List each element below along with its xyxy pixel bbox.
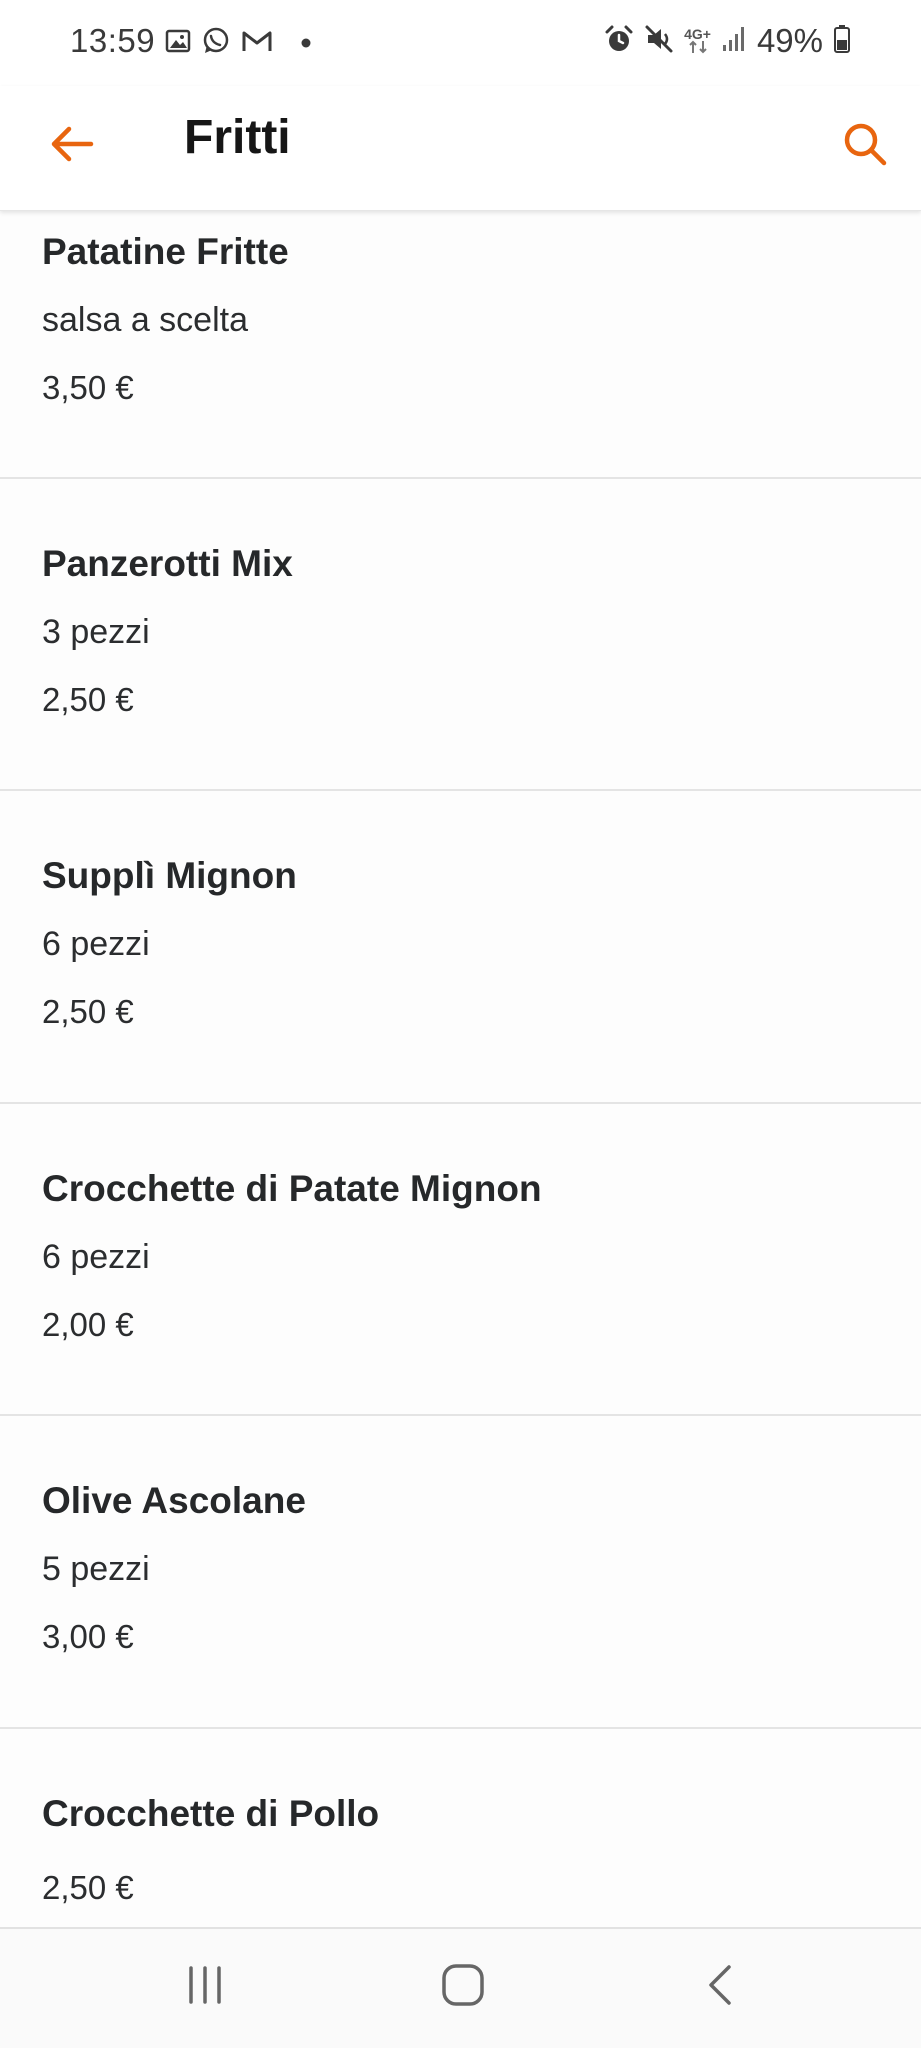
menu-item[interactable]: Olive Ascolane 5 pezzi 3,00 € [0, 1416, 921, 1729]
item-name: Crocchette di Pollo [42, 1793, 380, 1834]
item-description: salsa a scelta [42, 301, 248, 339]
status-bar: 13:59 4G+ 49% [0, 0, 921, 86]
menu-item[interactable]: Crocchette di Pollo 2,50 € [0, 1729, 921, 1927]
recent-apps-icon [183, 1965, 227, 2010]
item-name: Patatine Fritte [42, 231, 289, 272]
system-nav-bar [0, 1927, 921, 2048]
gmail-icon [241, 28, 273, 59]
status-left-icons [165, 26, 311, 61]
menu-item[interactable]: Crocchette di Patate Mignon 6 pezzi 2,00… [0, 1104, 921, 1416]
signal-icon [721, 25, 747, 58]
status-time: 13:59 [70, 22, 156, 59]
search-icon [841, 120, 889, 173]
back-button[interactable] [42, 116, 102, 176]
dot-icon [301, 35, 311, 53]
status-right-icons: 4G+ 49% [604, 22, 851, 60]
battery-percent: 49% [756, 22, 823, 59]
item-description: 6 pezzi [42, 925, 150, 963]
item-description: 3 pezzi [42, 613, 150, 651]
item-price: 3,00 € [42, 1618, 134, 1655]
recent-apps-button[interactable] [170, 1957, 240, 2017]
menu-item[interactable]: Panzerotti Mix 3 pezzi 2,50 € [0, 479, 921, 791]
item-description: 6 pezzi [42, 1238, 150, 1276]
item-name: Supplì Mignon [42, 855, 297, 896]
item-price: 2,50 € [42, 993, 134, 1030]
menu-list: Patatine Fritte salsa a scelta 3,50 € Pa… [0, 211, 921, 1927]
mute-icon [644, 24, 674, 59]
item-name: Olive Ascolane [42, 1480, 306, 1521]
item-name: Crocchette di Patate Mignon [42, 1168, 542, 1209]
menu-item[interactable]: Supplì Mignon 6 pezzi 2,50 € [0, 791, 921, 1104]
app-bar: Fritti [0, 86, 921, 211]
menu-item[interactable]: Patatine Fritte salsa a scelta 3,50 € [0, 211, 921, 479]
item-price: 2,50 € [42, 681, 134, 718]
home-icon [440, 1962, 486, 2013]
battery-icon [833, 24, 851, 59]
network-4g-icon: 4G+ [684, 27, 711, 54]
search-button[interactable] [835, 116, 895, 176]
home-button[interactable] [428, 1957, 498, 2017]
whatsapp-icon [201, 26, 231, 61]
nav-back-button[interactable] [685, 1957, 755, 2017]
item-description: 5 pezzi [42, 1550, 150, 1588]
image-icon [165, 28, 191, 59]
arrow-left-icon [49, 124, 95, 169]
back-icon [705, 1963, 735, 2012]
item-price: 2,00 € [42, 1306, 134, 1343]
item-price: 3,50 € [42, 369, 134, 406]
page-title: Fritti [184, 111, 291, 164]
alarm-icon [604, 24, 634, 59]
item-price: 2,50 € [42, 1869, 134, 1906]
item-name: Panzerotti Mix [42, 543, 293, 584]
